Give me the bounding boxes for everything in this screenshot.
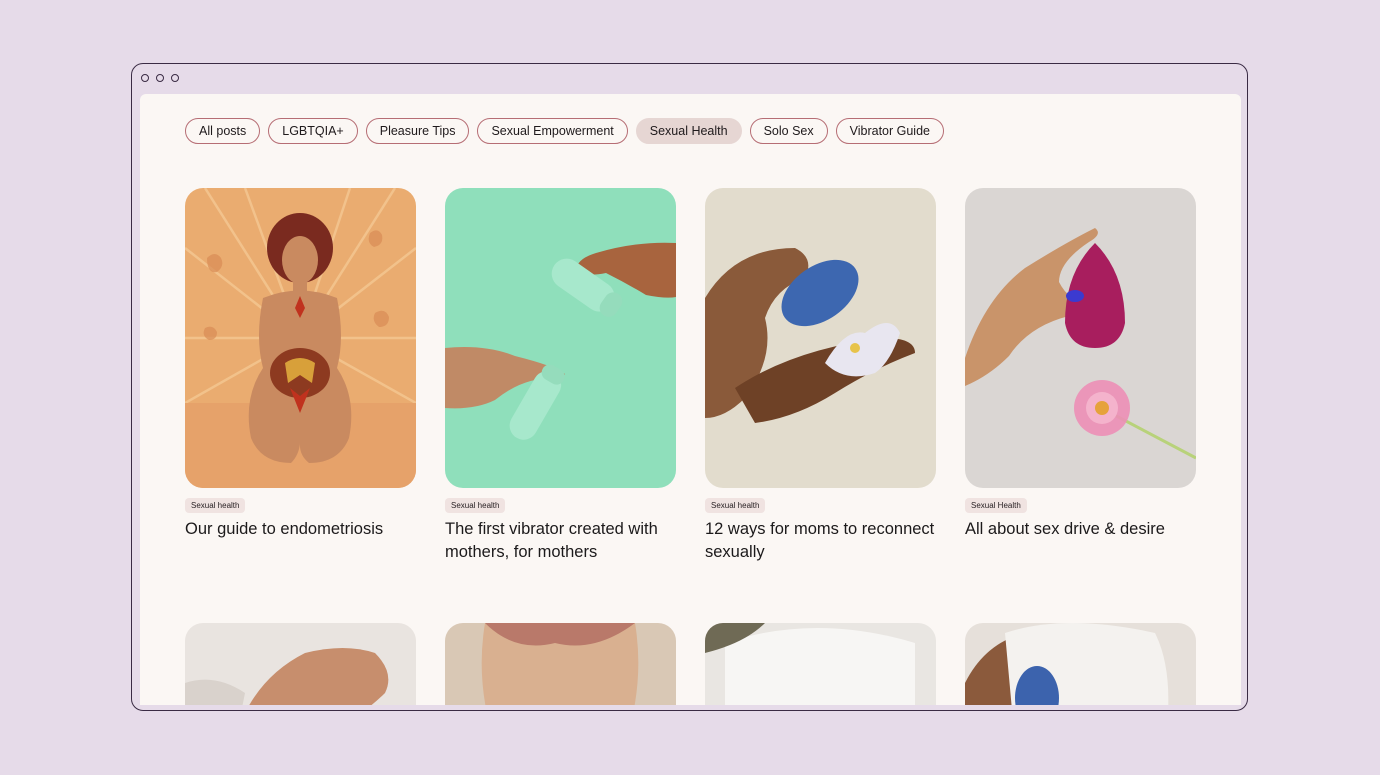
- filter-solo-sex[interactable]: Solo Sex: [749, 118, 828, 144]
- shoulder-vibrator-image[interactable]: [965, 623, 1196, 705]
- post-card[interactable]: Sexual health 12 ways for moms to reconn…: [705, 188, 936, 564]
- filter-all-posts[interactable]: All posts: [185, 118, 261, 144]
- post-card[interactable]: Sexual health The first vibrator created…: [445, 188, 676, 564]
- hands-image[interactable]: [185, 623, 416, 705]
- post-category-tag: Sexual Health: [965, 498, 1027, 513]
- filter-lgbtqia[interactable]: LGBTQIA+: [268, 118, 358, 144]
- post-category-tag: Sexual health: [445, 498, 506, 513]
- post-grid: Sexual health Our guide to endometriosis: [185, 188, 1196, 564]
- post-title[interactable]: The first vibrator created with mothers,…: [445, 518, 676, 564]
- blue-vibrator-orchid-image[interactable]: [705, 188, 936, 488]
- post-title[interactable]: Our guide to endometriosis: [185, 518, 416, 541]
- window-dot-icon[interactable]: [171, 74, 179, 82]
- post-grid-row-2: [185, 623, 1196, 705]
- post-card[interactable]: Sexual health Our guide to endometriosis: [185, 188, 416, 564]
- window-dot-icon[interactable]: [156, 74, 164, 82]
- category-filters: All posts LGBTQIA+ Pleasure Tips Sexual …: [185, 118, 944, 144]
- post-category-tag: Sexual health: [185, 498, 246, 513]
- window-controls: [141, 74, 179, 82]
- filter-sexual-health[interactable]: Sexual Health: [635, 118, 742, 144]
- post-category-tag: Sexual health: [705, 498, 766, 513]
- post-title[interactable]: 12 ways for moms to reconnect sexually: [705, 518, 936, 564]
- browser-window: All posts LGBTQIA+ Pleasure Tips Sexual …: [131, 63, 1248, 711]
- filter-vibrator-guide[interactable]: Vibrator Guide: [835, 118, 944, 144]
- endometriosis-illustration-image[interactable]: [185, 188, 416, 488]
- filter-sexual-empowerment[interactable]: Sexual Empowerment: [477, 118, 628, 144]
- filter-pleasure-tips[interactable]: Pleasure Tips: [365, 118, 470, 144]
- blog-page: All posts LGBTQIA+ Pleasure Tips Sexual …: [140, 94, 1241, 705]
- mint-vibrator-hands-image[interactable]: [445, 188, 676, 488]
- white-shirt-image[interactable]: [705, 623, 936, 705]
- post-title[interactable]: All about sex drive & desire: [965, 518, 1196, 541]
- torso-bra-image[interactable]: [445, 623, 676, 705]
- post-card[interactable]: Sexual Health All about sex drive & desi…: [965, 188, 1196, 564]
- pink-vibrator-flower-image[interactable]: [965, 188, 1196, 488]
- window-dot-icon[interactable]: [141, 74, 149, 82]
